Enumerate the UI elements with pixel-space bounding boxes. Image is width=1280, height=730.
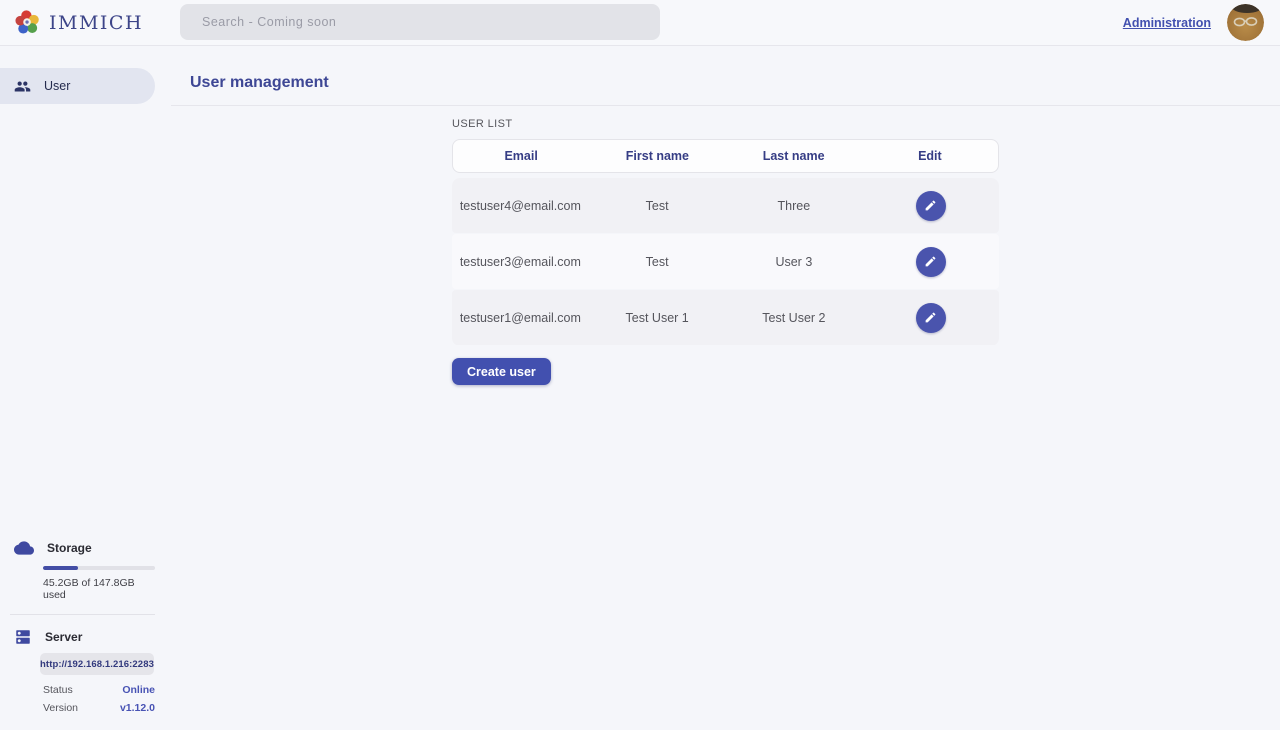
table-header-row: Email First name Last name Edit <box>452 139 999 173</box>
search-input[interactable] <box>180 4 660 40</box>
server-url-chip: http://192.168.1.216:2283 <box>40 653 154 675</box>
column-header-edit: Edit <box>862 149 998 163</box>
cell-email: testuser3@email.com <box>452 255 589 269</box>
cell-first-name: Test User 1 <box>589 311 726 325</box>
cloud-icon <box>14 538 34 558</box>
user-table: Email First name Last name Edit testuser… <box>452 139 999 346</box>
app-title: IMMICH <box>49 12 143 34</box>
server-status-label: Status <box>43 684 73 696</box>
server-status-value: Online <box>122 684 155 696</box>
cell-first-name: Test <box>589 199 726 213</box>
users-group-icon <box>14 78 31 95</box>
table-row: testuser4@email.com Test Three <box>452 178 999 233</box>
edit-user-button[interactable] <box>916 303 946 333</box>
server-version-label: Version <box>43 702 78 714</box>
storage-progress-fill <box>43 566 78 570</box>
user-avatar[interactable] <box>1227 4 1264 41</box>
cell-last-name: Three <box>726 199 863 213</box>
storage-title: Storage <box>47 541 92 555</box>
cell-last-name: Test User 2 <box>726 311 863 325</box>
storage-progress-bar <box>43 566 155 570</box>
cell-first-name: Test <box>589 255 726 269</box>
admin-sidebar: User Storage 45.2GB of 147.8GB used <box>0 46 171 730</box>
cell-email: testuser4@email.com <box>452 199 589 213</box>
edit-user-button[interactable] <box>916 191 946 221</box>
create-user-button[interactable]: Create user <box>452 358 551 385</box>
immich-logo[interactable]: IMMICH <box>14 9 174 36</box>
table-row: testuser1@email.com Test User 1 Test Use… <box>452 290 999 345</box>
sidebar-item-user[interactable]: User <box>0 68 155 104</box>
user-list-title: USER LIST <box>452 118 999 130</box>
storage-usage-text: 45.2GB of 147.8GB used <box>43 577 155 601</box>
cell-last-name: User 3 <box>726 255 863 269</box>
top-bar: IMMICH Administration <box>0 0 1280 46</box>
cell-email: testuser1@email.com <box>452 311 589 325</box>
page-title: User management <box>190 74 1280 92</box>
main-content: User management USER LIST Email First na… <box>171 46 1280 730</box>
server-dns-icon <box>14 628 32 646</box>
server-version-value: v1.12.0 <box>120 702 155 714</box>
page-title-divider <box>171 105 1280 106</box>
column-header-email: Email <box>453 149 589 163</box>
pencil-icon <box>924 255 937 268</box>
immich-flower-icon <box>14 9 41 36</box>
pencil-icon <box>924 311 937 324</box>
administration-link[interactable]: Administration <box>1123 16 1211 30</box>
column-header-first-name: First name <box>589 149 725 163</box>
server-title: Server <box>45 630 82 644</box>
pencil-icon <box>924 199 937 212</box>
sidebar-item-label: User <box>44 79 70 93</box>
edit-user-button[interactable] <box>916 247 946 277</box>
column-header-last-name: Last name <box>726 149 862 163</box>
sidebar-divider <box>10 614 155 615</box>
table-row: testuser3@email.com Test User 3 <box>452 234 999 289</box>
